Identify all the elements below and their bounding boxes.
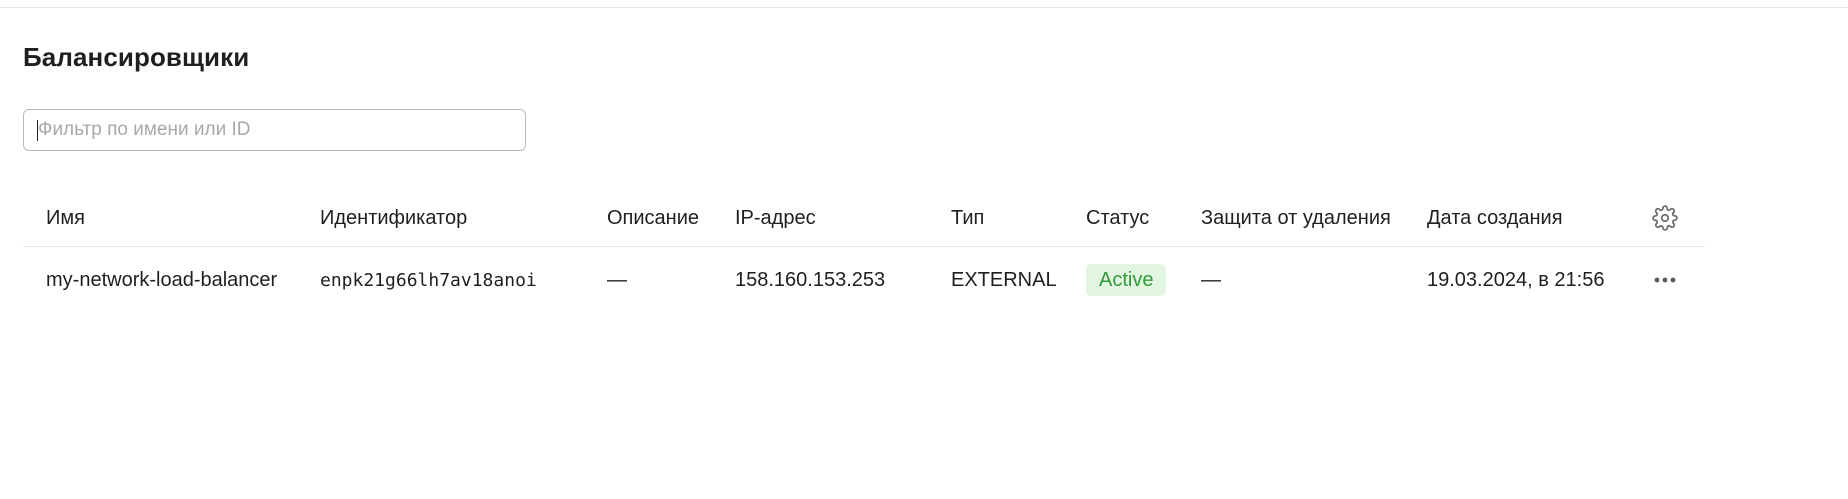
balancer-ip: 158.160.153.253	[735, 268, 886, 291]
balancer-deletion-protection: —	[1201, 268, 1221, 291]
column-header-created[interactable]: Дата создания	[1427, 190, 1563, 246]
table-settings-button[interactable]	[1645, 190, 1685, 246]
filter-input[interactable]	[36, 110, 518, 150]
column-header-type[interactable]: Тип	[951, 190, 984, 246]
row-actions-button[interactable]	[1645, 247, 1685, 313]
balancer-created-date: 19.03.2024, в 21:56	[1427, 268, 1605, 291]
status-badge: Active	[1086, 264, 1167, 296]
column-header-ip[interactable]: IP-адрес	[735, 190, 816, 246]
status-cell: Active	[1086, 247, 1167, 313]
table-header-row: Имя Идентификатор Описание IP-адрес Тип …	[23, 190, 1705, 246]
more-horizontal-icon[interactable]	[1649, 264, 1681, 296]
top-divider	[0, 7, 1848, 8]
column-header-id[interactable]: Идентификатор	[320, 190, 467, 246]
page-title: Балансировщики	[23, 42, 250, 72]
balancer-description: —	[607, 268, 627, 291]
column-header-name[interactable]: Имя	[46, 190, 85, 246]
filter-field[interactable]	[23, 109, 526, 151]
column-header-description[interactable]: Описание	[607, 190, 699, 246]
column-header-deletion-protection[interactable]: Защита от удаления	[1201, 190, 1391, 246]
gear-icon[interactable]	[1649, 202, 1681, 234]
text-caret	[37, 120, 38, 141]
balancer-id: enpk21g66lh7av18anoi	[320, 269, 537, 291]
table-row[interactable]: my-network-load-balancer enpk21g66lh7av1…	[23, 246, 1705, 313]
column-header-status[interactable]: Статус	[1086, 190, 1149, 246]
balancers-table: Имя Идентификатор Описание IP-адрес Тип …	[23, 190, 1705, 313]
balancer-type: EXTERNAL	[951, 268, 1057, 291]
balancer-name[interactable]: my-network-load-balancer	[46, 247, 277, 313]
